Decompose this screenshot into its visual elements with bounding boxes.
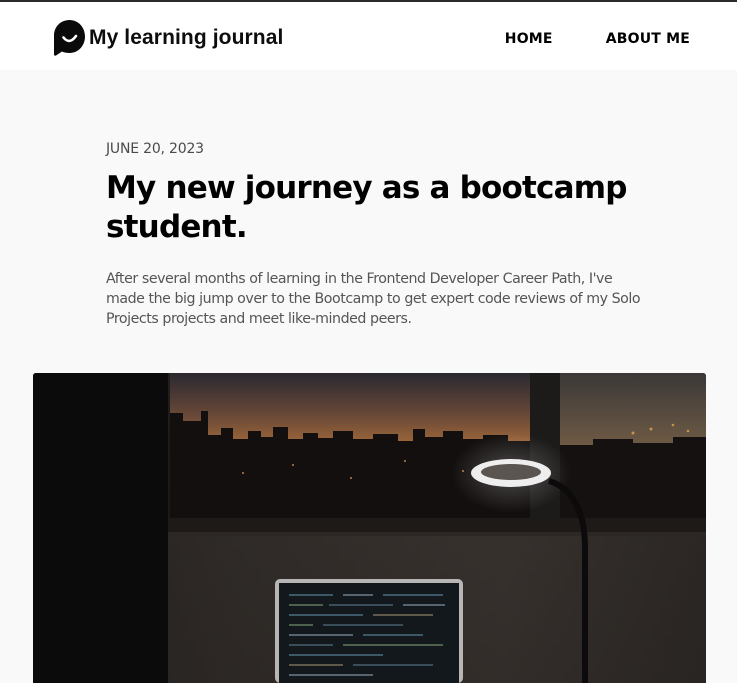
site-title: My learning journal xyxy=(89,26,284,49)
featured-post: JUNE 20, 2023 My new journey as a bootca… xyxy=(106,141,646,329)
nav-about-me-link[interactable]: ABOUT ME xyxy=(606,31,690,47)
post-summary: After several months of learning in the … xyxy=(106,271,641,327)
main-nav: HOME ABOUT ME xyxy=(505,31,690,47)
speech-bubble-smile-icon xyxy=(54,20,85,56)
nav-home-link[interactable]: HOME xyxy=(505,31,553,47)
hero-image[interactable] xyxy=(33,373,706,683)
logo-link[interactable]: My learning journal xyxy=(53,19,283,57)
post-date: JUNE 20, 2023 xyxy=(106,141,204,157)
site-header: My learning journal HOME ABOUT ME xyxy=(0,2,737,70)
post-title[interactable]: My new journey as a bootcamp student. xyxy=(106,169,646,247)
